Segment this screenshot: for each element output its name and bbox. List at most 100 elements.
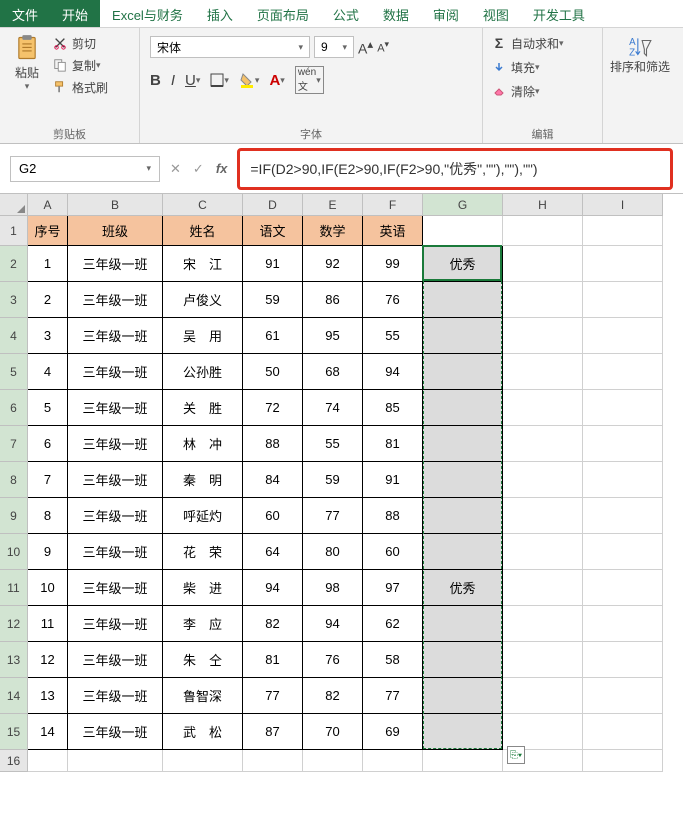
table-cell[interactable]: 94 [303, 606, 363, 642]
table-cell[interactable]: 宋 江 [163, 246, 243, 282]
row-header[interactable]: 13 [0, 642, 28, 678]
empty-cell[interactable] [583, 498, 663, 534]
table-cell[interactable]: 59 [303, 462, 363, 498]
table-cell[interactable]: 三年级一班 [68, 498, 163, 534]
sort-filter-button[interactable]: AZ 排序和筛选 [609, 32, 671, 143]
autofill-options-button[interactable]: ⎘▾ [507, 746, 525, 764]
result-cell[interactable] [423, 354, 503, 390]
table-cell[interactable]: 5 [28, 390, 68, 426]
empty-cell[interactable] [583, 570, 663, 606]
table-header-cell[interactable]: 序号 [28, 216, 68, 246]
empty-cell[interactable] [583, 750, 663, 772]
column-header-F[interactable]: F [363, 194, 423, 216]
row-header[interactable]: 12 [0, 606, 28, 642]
table-cell[interactable]: 81 [363, 426, 423, 462]
table-cell[interactable]: 76 [363, 282, 423, 318]
select-all-corner[interactable] [0, 194, 28, 216]
table-cell[interactable]: 三年级一班 [68, 426, 163, 462]
table-cell[interactable]: 98 [303, 570, 363, 606]
table-cell[interactable]: 94 [243, 570, 303, 606]
table-cell[interactable]: 77 [363, 678, 423, 714]
column-header-I[interactable]: I [583, 194, 663, 216]
empty-cell[interactable] [583, 354, 663, 390]
result-cell[interactable] [423, 426, 503, 462]
row-header[interactable]: 11 [0, 570, 28, 606]
empty-cell[interactable] [503, 498, 583, 534]
result-cell[interactable]: 优秀 [423, 246, 503, 282]
column-header-C[interactable]: C [163, 194, 243, 216]
table-cell[interactable]: 55 [363, 318, 423, 354]
table-cell[interactable]: 卢俊义 [163, 282, 243, 318]
table-cell[interactable]: 10 [28, 570, 68, 606]
table-cell[interactable]: 呼延灼 [163, 498, 243, 534]
font-color-button[interactable]: A▾ [269, 72, 284, 89]
table-cell[interactable]: 三年级一班 [68, 246, 163, 282]
table-cell[interactable]: 9 [28, 534, 68, 570]
fill-button[interactable]: 填充 ▾ [489, 56, 566, 78]
table-cell[interactable]: 91 [363, 462, 423, 498]
empty-cell[interactable] [503, 318, 583, 354]
table-cell[interactable]: 7 [28, 462, 68, 498]
empty-cell[interactable] [503, 678, 583, 714]
result-cell[interactable] [423, 678, 503, 714]
table-cell[interactable]: 58 [363, 642, 423, 678]
table-cell[interactable]: 69 [363, 714, 423, 750]
empty-cell[interactable] [583, 642, 663, 678]
empty-cell[interactable] [583, 282, 663, 318]
copy-button[interactable]: 复制 ▾ [52, 54, 108, 76]
row-header[interactable]: 1 [0, 216, 28, 246]
table-cell[interactable]: 12 [28, 642, 68, 678]
table-cell[interactable]: 吴 用 [163, 318, 243, 354]
table-cell[interactable]: 60 [243, 498, 303, 534]
table-cell[interactable]: 72 [243, 390, 303, 426]
table-cell[interactable]: 62 [363, 606, 423, 642]
column-header-D[interactable]: D [243, 194, 303, 216]
table-cell[interactable]: 朱 仝 [163, 642, 243, 678]
table-cell[interactable]: 64 [243, 534, 303, 570]
table-cell[interactable]: 86 [303, 282, 363, 318]
paste-button[interactable]: 粘贴 ▾ [6, 32, 48, 124]
table-cell[interactable]: 三年级一班 [68, 282, 163, 318]
table-cell[interactable]: 三年级一班 [68, 606, 163, 642]
empty-cell[interactable] [503, 642, 583, 678]
table-cell[interactable]: 关 胜 [163, 390, 243, 426]
table-cell[interactable]: 1 [28, 246, 68, 282]
border-button[interactable]: ▾ [210, 73, 229, 87]
table-header-cell[interactable]: 数学 [303, 216, 363, 246]
empty-cell[interactable] [503, 714, 583, 750]
empty-cell[interactable] [583, 714, 663, 750]
empty-cell[interactable] [363, 750, 423, 772]
column-header-B[interactable]: B [68, 194, 163, 216]
autosum-button[interactable]: Σ 自动求和 ▾ [489, 32, 566, 54]
font-name-select[interactable]: 宋体 ▾ [150, 36, 310, 58]
empty-cell[interactable] [503, 606, 583, 642]
table-cell[interactable]: 鲁智深 [163, 678, 243, 714]
decrease-font-icon[interactable]: A▾ [377, 39, 389, 55]
underline-button[interactable]: U▾ [185, 72, 200, 89]
table-cell[interactable]: 70 [303, 714, 363, 750]
empty-cell[interactable] [503, 354, 583, 390]
table-cell[interactable]: 4 [28, 354, 68, 390]
tab-home[interactable]: 开始 [50, 0, 100, 27]
empty-cell[interactable] [583, 534, 663, 570]
empty-cell[interactable] [583, 678, 663, 714]
empty-cell[interactable] [503, 426, 583, 462]
table-cell[interactable]: 76 [303, 642, 363, 678]
table-cell[interactable]: 13 [28, 678, 68, 714]
table-cell[interactable]: 92 [303, 246, 363, 282]
empty-cell[interactable] [503, 390, 583, 426]
table-cell[interactable]: 三年级一班 [68, 354, 163, 390]
tab-data[interactable]: 数据 [371, 0, 421, 27]
font-size-select[interactable]: 9 ▾ [314, 36, 354, 58]
empty-cell[interactable] [243, 750, 303, 772]
table-header-cell[interactable]: 姓名 [163, 216, 243, 246]
name-box[interactable]: G2 ▾ [10, 156, 160, 182]
table-cell[interactable]: 三年级一班 [68, 318, 163, 354]
empty-cell[interactable] [503, 216, 583, 246]
table-cell[interactable]: 88 [363, 498, 423, 534]
format-painter-button[interactable]: 格式刷 [52, 76, 108, 98]
column-header-H[interactable]: H [503, 194, 583, 216]
empty-cell[interactable] [583, 216, 663, 246]
table-cell[interactable]: 84 [243, 462, 303, 498]
table-cell[interactable]: 85 [363, 390, 423, 426]
